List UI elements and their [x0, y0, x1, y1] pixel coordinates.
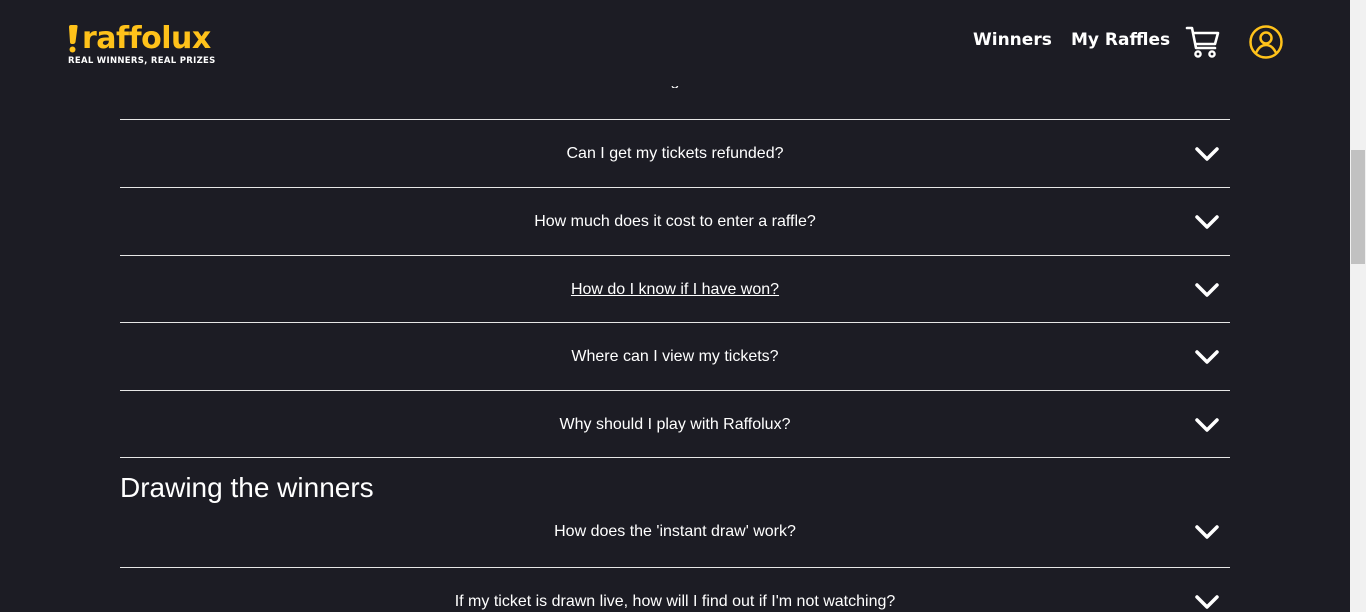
- chevron-down-icon: [1195, 417, 1219, 432]
- chevron-down-icon: [1195, 146, 1219, 161]
- chevron-down-icon: [1195, 349, 1219, 364]
- nav-winners-link[interactable]: Winners: [973, 30, 1052, 50]
- chevron-down-icon: [1195, 594, 1219, 609]
- faq-item-refund[interactable]: Can I get my tickets refunded?: [120, 119, 1230, 187]
- faq-question: If my ticket is drawn live, how will I f…: [454, 592, 896, 610]
- logo-wordmark: raffolux: [68, 24, 216, 54]
- scrollbar-thumb[interactable]: [1351, 150, 1365, 264]
- faq-item-view-tickets[interactable]: Where can I view my tickets?: [120, 322, 1230, 390]
- chevron-down-icon: [1195, 525, 1219, 539]
- faq-item-drawn-live[interactable]: If my ticket is drawn live, how will I f…: [120, 567, 1230, 612]
- faq-question: Why should I play with Raffolux?: [559, 415, 791, 433]
- logo-tagline: REAL WINNERS, REAL PRIZES: [68, 56, 216, 66]
- nav-my-raffles-link[interactable]: My Raffles: [1071, 30, 1170, 50]
- chevron-down-icon: [1195, 282, 1219, 297]
- faq-item-why-play[interactable]: Why should I play with Raffolux?: [120, 390, 1230, 458]
- faq-item-instant-draw[interactable]: How does the 'instant draw' work?: [120, 498, 1230, 566]
- faq-question: Can I get my tickets refunded?: [566, 144, 784, 162]
- faq-item-won[interactable]: How do I know if I have won?: [120, 255, 1230, 323]
- logo-text: raffolux: [82, 21, 211, 56]
- faq-item-cost[interactable]: How much does it cost to enter a raffle?: [120, 187, 1230, 255]
- faq-question: How does the 'instant draw' work?: [554, 523, 796, 540]
- page: g Can I get my tickets refunded? How muc…: [0, 0, 1350, 612]
- logo-exclamation-icon: [69, 25, 78, 53]
- site-header: raffolux REAL WINNERS, REAL PRIZES Winne…: [0, 0, 1350, 86]
- chevron-down-icon: [1195, 214, 1219, 229]
- scrollbar-track[interactable]: [1350, 0, 1366, 612]
- cart-icon[interactable]: [1185, 24, 1221, 60]
- faq-question: Where can I view my tickets?: [571, 347, 779, 365]
- faq-question: How much does it cost to enter a raffle?: [534, 212, 816, 230]
- account-icon[interactable]: [1248, 24, 1284, 60]
- raffolux-logo[interactable]: raffolux REAL WINNERS, REAL PRIZES: [68, 24, 216, 67]
- faq-question: How do I know if I have won?: [570, 280, 780, 298]
- divider: [120, 457, 1230, 458]
